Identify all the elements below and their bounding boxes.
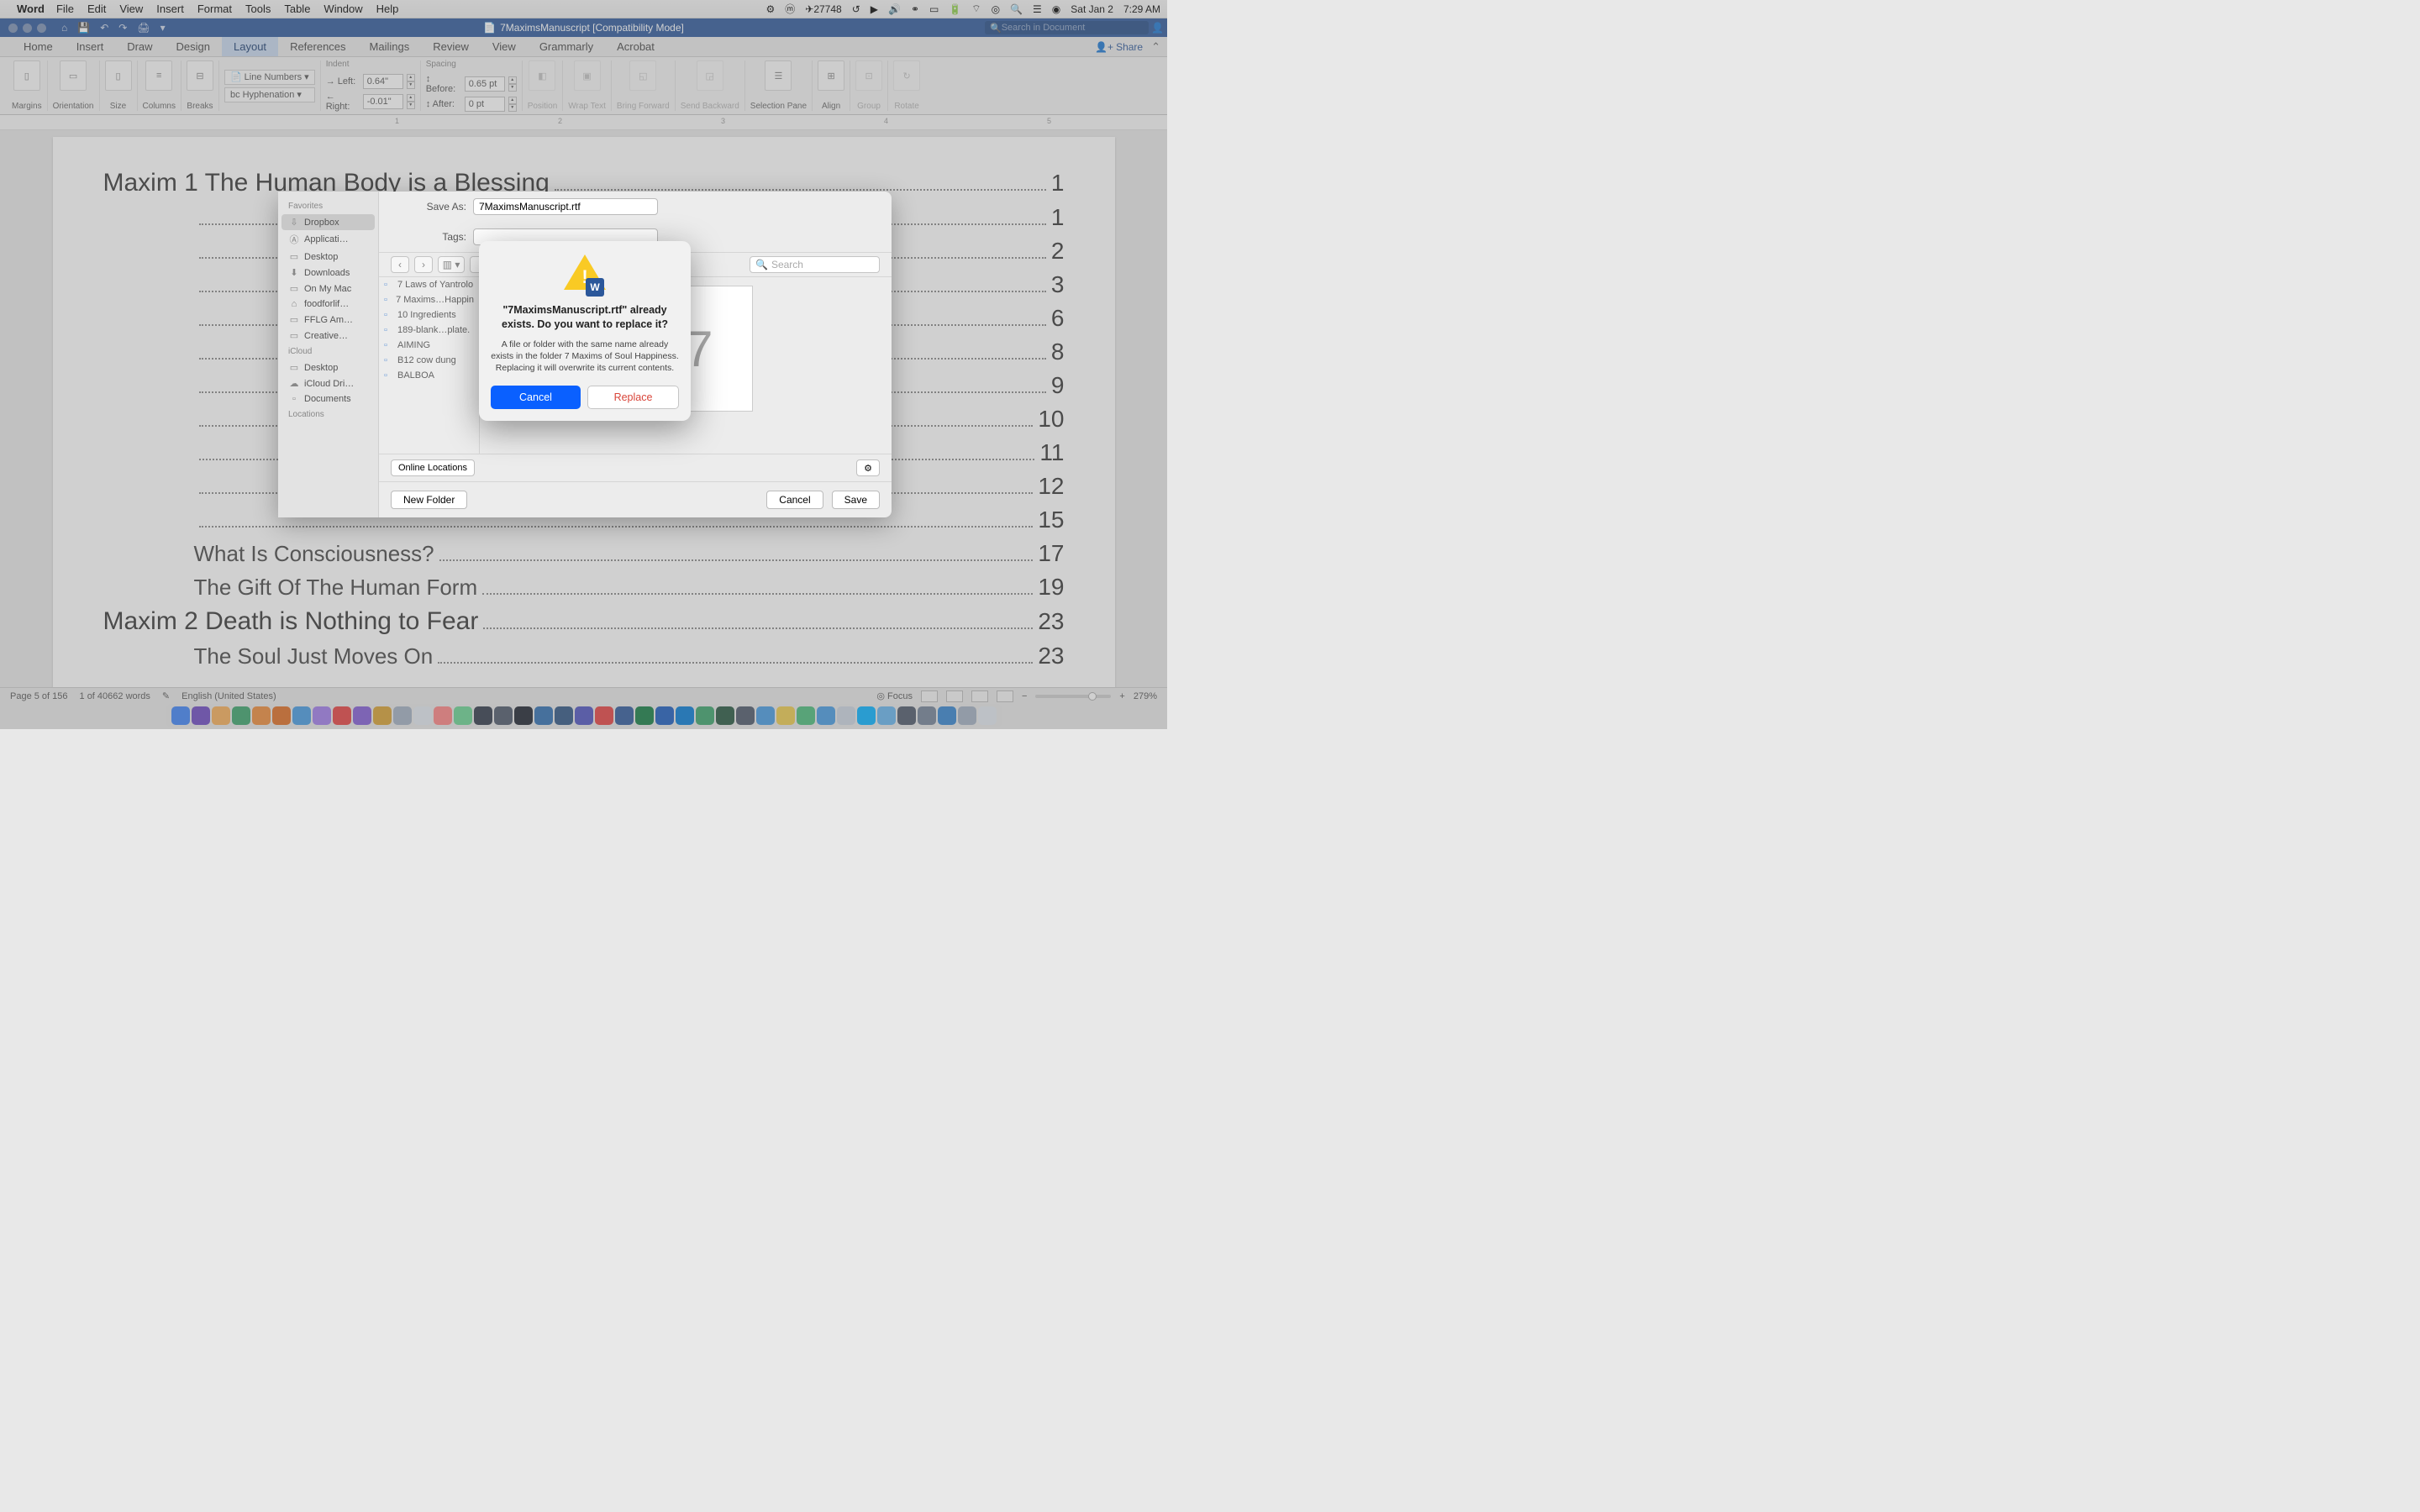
format-options-button[interactable]: ⚙ — [856, 459, 880, 476]
alert-title: "7MaximsManuscript.rtf" already exists. … — [491, 303, 679, 332]
alert-cancel-button[interactable]: Cancel — [491, 386, 581, 409]
file-search-field[interactable]: 🔍 Search — [750, 256, 880, 273]
filename-field[interactable]: 7MaximsManuscript.rtf — [473, 198, 658, 215]
sidebar-item[interactable]: ⬇Downloads — [281, 265, 375, 281]
sidebar-item[interactable]: ☁iCloud Dri… — [281, 375, 375, 391]
sidebar-item[interactable]: ▭Desktop — [281, 360, 375, 375]
file-item[interactable]: ▫B12 cow dung — [379, 353, 479, 368]
tags-label: Tags: — [391, 231, 466, 243]
sidebar-section-locations: Locations — [281, 407, 375, 423]
sidebar-item[interactable]: ▭On My Mac — [281, 281, 375, 297]
save-cancel-button[interactable]: Cancel — [766, 491, 823, 509]
nav-back-button[interactable]: ‹ — [391, 256, 409, 273]
file-item[interactable]: ▫10 Ingredients — [379, 307, 479, 323]
new-folder-button[interactable]: New Folder — [391, 491, 467, 509]
sidebar-item[interactable]: ⌂foodforlif… — [281, 297, 375, 312]
sidebar-item[interactable]: ▭FFLG Am… — [281, 312, 375, 328]
file-item[interactable]: ▫7 Laws of Yantrolo — [379, 277, 479, 292]
saveas-label: Save As: — [391, 201, 466, 213]
nav-forward-button[interactable]: › — [414, 256, 433, 273]
online-locations-button[interactable]: Online Locations — [391, 459, 475, 476]
sidebar-item[interactable]: ▭Creative… — [281, 328, 375, 344]
replace-alert-dialog: !W "7MaximsManuscript.rtf" already exist… — [479, 241, 691, 421]
file-item[interactable]: ▫7 Maxims…Happin — [379, 292, 479, 307]
alert-body: A file or folder with the same name alre… — [491, 339, 679, 375]
save-sidebar: Favorites ⇩DropboxⒶApplicati…▭Desktop⬇Do… — [278, 192, 379, 517]
file-item[interactable]: ▫189-blank…plate. — [379, 323, 479, 338]
file-item[interactable]: ▫AIMING — [379, 338, 479, 353]
view-mode-button[interactable]: ▥ ▾ — [438, 256, 465, 273]
warning-icon: !W — [562, 255, 608, 295]
sidebar-item[interactable]: ▫Documents — [281, 391, 375, 407]
file-item[interactable]: ▫BALBOA — [379, 368, 479, 383]
save-confirm-button[interactable]: Save — [832, 491, 880, 509]
alert-replace-button[interactable]: Replace — [587, 386, 679, 409]
sidebar-item[interactable]: ⒶApplicati… — [281, 230, 375, 249]
sidebar-section-favorites: Favorites — [281, 198, 375, 214]
sidebar-item[interactable]: ▭Desktop — [281, 249, 375, 265]
sidebar-section-icloud: iCloud — [281, 344, 375, 360]
sidebar-item[interactable]: ⇩Dropbox — [281, 214, 375, 230]
file-column[interactable]: ▫7 Laws of Yantrolo▫7 Maxims…Happin▫10 I… — [379, 277, 480, 454]
